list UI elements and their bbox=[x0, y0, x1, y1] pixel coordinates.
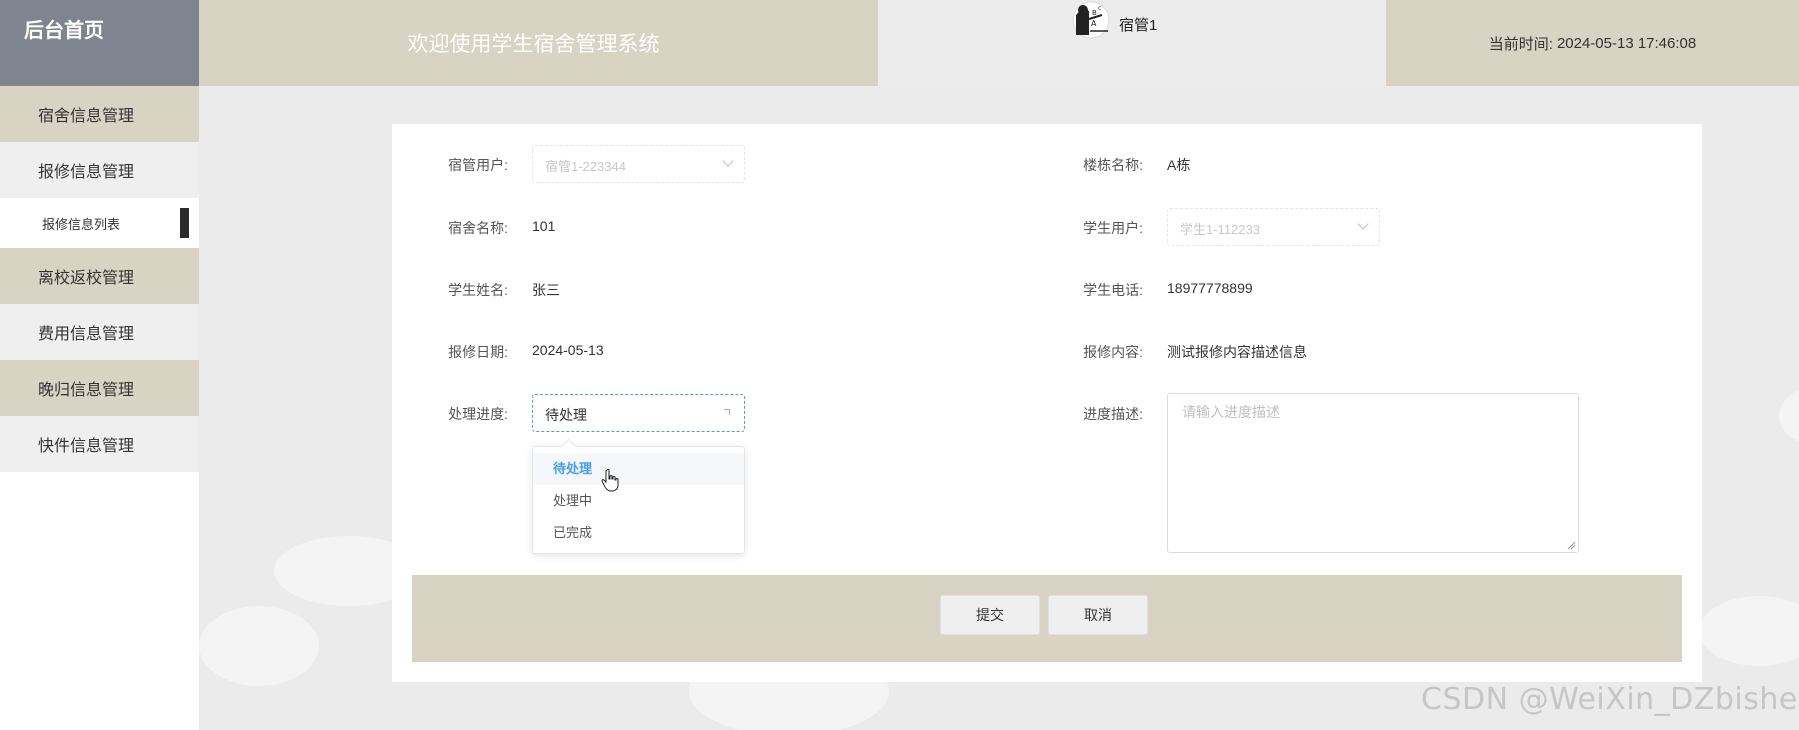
user-panel: B c A 宿管1 bbox=[878, 0, 1386, 86]
progress-dropdown: 待处理 处理中 已完成 bbox=[532, 446, 745, 554]
home-link[interactable]: 后台首页 bbox=[0, 0, 199, 86]
building-label: 楼栋名称: bbox=[1083, 157, 1143, 173]
repair-date-value: 2024-05-13 bbox=[532, 342, 604, 358]
sidebar-item-repair-info[interactable]: 报修信息管理 bbox=[0, 142, 199, 198]
progress-value: 待处理 bbox=[545, 407, 587, 423]
bg-bubble bbox=[1779, 386, 1799, 446]
dorm-manager-label: 宿管用户: bbox=[448, 157, 508, 173]
student-phone-label: 学生电话: bbox=[1083, 282, 1143, 298]
progress-select[interactable]: 待处理 bbox=[532, 394, 745, 432]
sidebar: 宿舍信息管理 报修信息管理 报修信息列表 离校返校管理 费用信息管理 晚归信息管… bbox=[0, 86, 199, 730]
progress-desc-label: 进度描述: bbox=[1083, 406, 1143, 422]
sidebar-subitem-repair-list[interactable]: 报修信息列表 bbox=[0, 198, 199, 248]
cancel-button[interactable]: 取消 bbox=[1048, 595, 1148, 635]
dorm-manager-value: 宿管1-223344 bbox=[545, 159, 626, 174]
svg-text:A: A bbox=[1091, 19, 1097, 28]
progress-desc-textarea[interactable]: 请输入进度描述 bbox=[1167, 393, 1579, 553]
sidebar-item-leave-return[interactable]: 离校返校管理 bbox=[0, 248, 199, 304]
hand-cursor-icon bbox=[601, 469, 619, 492]
svg-text:B: B bbox=[1092, 9, 1097, 17]
chevron-down-icon bbox=[1357, 218, 1369, 230]
sidebar-subitem-label: 报修信息列表 bbox=[42, 216, 121, 232]
sidebar-item-dorm-info[interactable]: 宿舍信息管理 bbox=[0, 86, 199, 142]
user-name: 宿管1 bbox=[1119, 17, 1158, 34]
building-value: A栋 bbox=[1167, 157, 1191, 173]
caret-icon bbox=[724, 409, 730, 415]
student-name-label: 学生姓名: bbox=[448, 282, 508, 298]
time-label: 当前时间: bbox=[1488, 35, 1553, 53]
svg-text:c: c bbox=[1098, 5, 1101, 12]
resize-grip-icon[interactable] bbox=[1566, 540, 1576, 550]
dorm-manager-select: 宿管1-223344 bbox=[532, 145, 745, 183]
avatar-icon[interactable]: B c A bbox=[1072, 1, 1110, 39]
dorm-name-value: 101 bbox=[532, 218, 556, 234]
progress-desc-placeholder: 请输入进度描述 bbox=[1182, 404, 1280, 420]
time-value: 2024-05-13 17:46:08 bbox=[1556, 34, 1697, 52]
repair-date-label: 报修日期: bbox=[448, 344, 508, 360]
watermark: CSDN @WeiXin_DZbishe bbox=[1421, 682, 1798, 717]
student-name-value: 张三 bbox=[532, 282, 560, 298]
progress-label: 处理进度: bbox=[448, 406, 508, 422]
student-user-label: 学生用户: bbox=[1083, 220, 1143, 236]
sidebar-item-fee-info[interactable]: 费用信息管理 bbox=[0, 304, 199, 360]
repair-content-label: 报修内容: bbox=[1083, 344, 1143, 360]
student-user-select: 学生1-112233 bbox=[1167, 208, 1380, 246]
student-user-value: 学生1-112233 bbox=[1180, 222, 1260, 237]
sidebar-item-late-return[interactable]: 晚归信息管理 bbox=[0, 360, 199, 416]
submit-button[interactable]: 提交 bbox=[940, 595, 1040, 635]
progress-option-done[interactable]: 已完成 bbox=[533, 517, 744, 549]
bg-bubble bbox=[1699, 596, 1799, 666]
repair-content-value: 测试报修内容描述信息 bbox=[1167, 344, 1307, 360]
current-time: 当前时间: 2024-05-13 17:46:08 bbox=[1386, 0, 1799, 86]
student-phone-value: 18977778899 bbox=[1167, 280, 1253, 296]
progress-option-pending[interactable]: 待处理 bbox=[533, 453, 744, 485]
welcome-title: 欢迎使用学生宿舍管理系统 bbox=[199, 0, 878, 86]
bg-bubble bbox=[199, 606, 319, 686]
dorm-name-label: 宿舍名称: bbox=[448, 220, 508, 236]
active-marker bbox=[180, 208, 189, 238]
sidebar-item-parcel-info[interactable]: 快件信息管理 bbox=[0, 416, 199, 472]
chevron-down-icon bbox=[722, 155, 734, 167]
progress-option-processing[interactable]: 处理中 bbox=[533, 485, 744, 517]
action-bar: 提交 取消 bbox=[412, 575, 1682, 662]
